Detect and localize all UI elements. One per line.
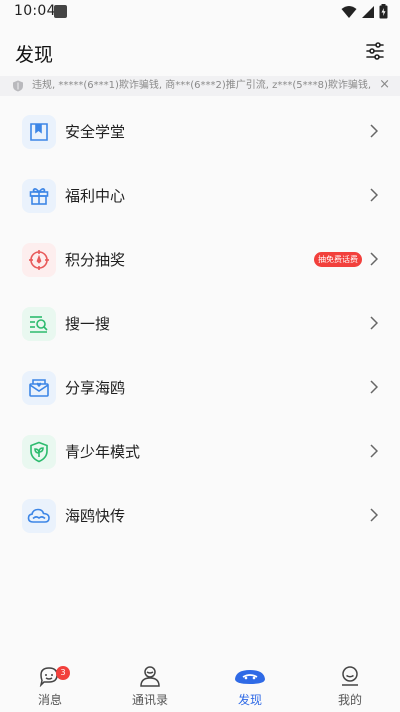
menu-item-label: 海鸥快传 — [65, 507, 126, 525]
chevron-right-icon — [370, 508, 378, 522]
signal-icon — [362, 5, 374, 18]
menu-item-label: 搜一搜 — [65, 315, 111, 333]
tab-label: 发现 — [237, 693, 262, 707]
cloud-transfer-icon — [22, 499, 56, 533]
tab-label: 消息 — [37, 693, 62, 707]
menu-item-seagull-transfer[interactable]: 海鸥快传 — [0, 484, 400, 548]
gift-icon — [22, 179, 56, 213]
status-time: 10:04 — [14, 3, 56, 19]
notification-app-icon — [54, 5, 67, 18]
shield-icon — [13, 80, 23, 92]
battery-icon — [379, 4, 388, 19]
notice-text: 违规, *****(6***1)欺诈骗钱, 商***(6***2)推广引流, z… — [32, 80, 372, 91]
unread-badge: 3 — [56, 666, 70, 680]
close-icon[interactable]: × — [379, 77, 390, 93]
menu-item-safety-school[interactable]: 安全学堂 — [0, 100, 400, 164]
profile-icon — [337, 663, 363, 689]
chevron-right-icon — [370, 252, 378, 266]
chevron-right-icon — [370, 444, 378, 458]
chevron-right-icon — [370, 316, 378, 330]
menu-item-teen-mode[interactable]: 青少年模式 — [0, 420, 400, 484]
menu-item-label: 安全学堂 — [65, 123, 126, 141]
tab-label: 通讯录 — [131, 693, 168, 707]
discover-icon — [233, 663, 267, 689]
share-mail-icon — [22, 371, 56, 405]
violation-notice-bar[interactable]: 违规, *****(6***1)欺诈骗钱, 商***(6***2)推广引流, z… — [0, 76, 400, 96]
chevron-right-icon — [370, 188, 378, 202]
filter-settings-button[interactable] — [362, 38, 388, 64]
chevron-right-icon — [370, 380, 378, 394]
search-list-icon — [22, 307, 56, 341]
menu-item-label: 分享海鸥 — [65, 379, 126, 397]
menu-item-points-lottery[interactable]: 积分抽奖 抽免费话费 — [0, 228, 400, 292]
page-title: 发现 — [15, 44, 54, 66]
wifi-icon — [341, 5, 357, 18]
chevron-right-icon — [370, 124, 378, 138]
menu-item-welfare-center[interactable]: 福利中心 — [0, 164, 400, 228]
tab-profile[interactable]: 我的 — [300, 655, 400, 712]
target-icon — [22, 243, 56, 277]
status-bar: 10:04 — [0, 0, 400, 24]
tab-discover[interactable]: 发现 — [200, 655, 300, 712]
contacts-icon — [137, 663, 163, 689]
shield-leaf-icon — [22, 435, 56, 469]
tab-contacts[interactable]: 通讯录 — [100, 655, 200, 712]
status-icons — [341, 4, 388, 19]
menu-item-label: 福利中心 — [65, 187, 126, 205]
menu-item-label: 青少年模式 — [65, 443, 141, 461]
discover-menu-list: 安全学堂 福利中心 积分抽奖 抽免费话费 搜一搜 分享海鸥 青少年模式 海鸥快传 — [0, 100, 400, 548]
bottom-navigation: 3 消息 通讯录 发现 我的 — [0, 655, 400, 712]
menu-item-label: 积分抽奖 — [65, 251, 126, 269]
book-icon — [22, 115, 56, 149]
header: 发现 — [0, 30, 400, 74]
tab-label: 我的 — [337, 693, 362, 707]
tab-messages[interactable]: 3 消息 — [0, 655, 100, 712]
free-credit-badge: 抽免费话费 — [314, 252, 362, 267]
menu-item-search[interactable]: 搜一搜 — [0, 292, 400, 356]
menu-item-share-seagull[interactable]: 分享海鸥 — [0, 356, 400, 420]
sliders-icon — [366, 42, 384, 60]
